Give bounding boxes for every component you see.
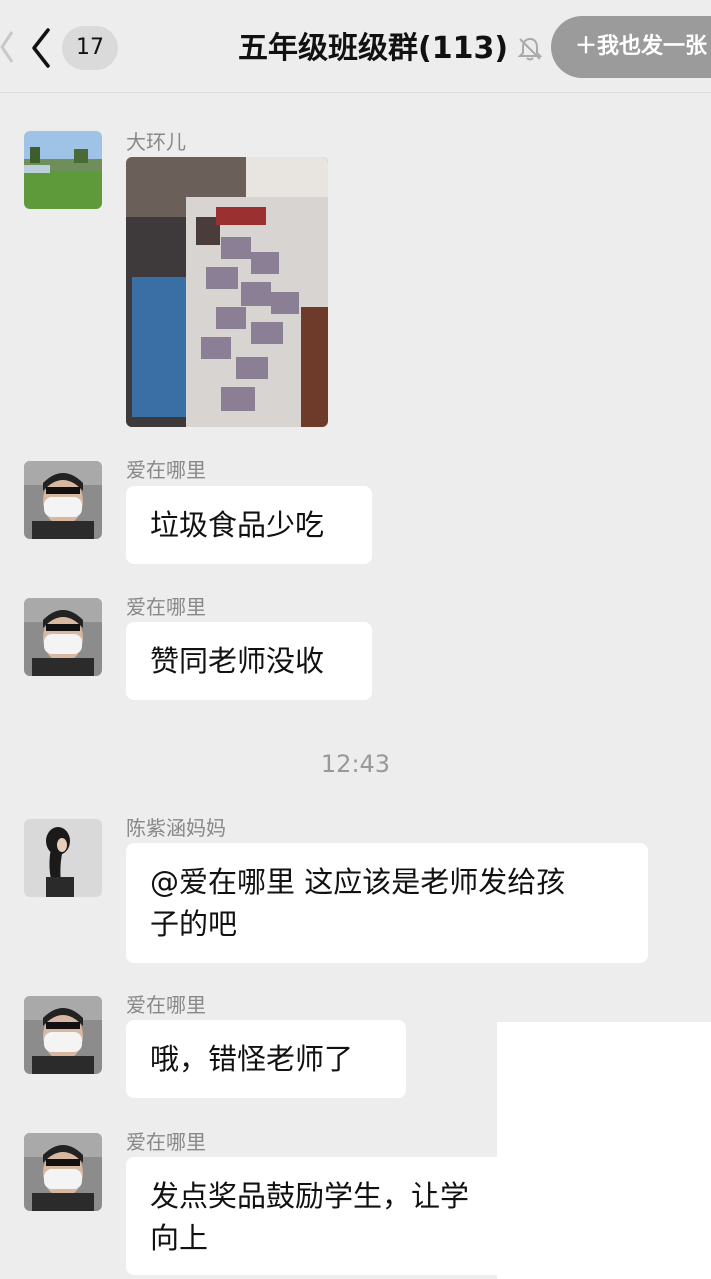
chat-screen: 17 五年级班级群(113) ＋我也发一张 大环儿 爱在哪里 垃圾食品少吃 爱在… <box>0 0 711 1279</box>
masked-man-avatar-image <box>24 1133 102 1211</box>
masked-man-avatar-image <box>24 996 102 1074</box>
masked-man-avatar-image <box>24 598 102 676</box>
message-bubble[interactable]: @爱在哪里 这应该是老师发给孩 子的吧 <box>126 843 648 963</box>
sender-name: 爱在哪里 <box>126 1130 206 1154</box>
woman-avatar-image <box>24 819 102 897</box>
chevron-left-icon <box>32 28 50 68</box>
message-bubble[interactable]: 哦，错怪老师了 <box>126 1020 406 1098</box>
group-title: 五年级班级群(113) <box>238 31 509 66</box>
sender-name: 爱在哪里 <box>126 458 206 482</box>
message-bubble[interactable]: 垃圾食品少吃 <box>126 486 372 564</box>
sender-name: 陈紫涵妈妈 <box>126 816 226 840</box>
share-photo-button[interactable]: ＋我也发一张 <box>551 16 711 78</box>
avatar[interactable] <box>24 996 102 1074</box>
classroom-snacks-photo <box>126 157 328 427</box>
avatar[interactable] <box>24 1133 102 1211</box>
avatar[interactable] <box>24 461 102 539</box>
message-text: 哦，错怪老师了 <box>150 1042 354 1076</box>
landscape-avatar-image <box>24 131 102 209</box>
redaction-overlay <box>497 1022 711 1279</box>
unread-count-badge[interactable]: 17 <box>62 26 118 70</box>
message-bubble[interactable]: 赞同老师没收 <box>126 622 372 700</box>
sender-name: 爱在哪里 <box>126 993 206 1017</box>
message-text-line: @爱在哪里 这应该是老师发给孩 <box>150 865 566 899</box>
bell-off-icon <box>517 37 543 61</box>
message-text: 赞同老师没收 <box>150 644 325 678</box>
masked-man-avatar-image <box>24 461 102 539</box>
time-separator: 12:43 <box>320 750 391 778</box>
sender-name: 大环儿 <box>126 130 186 154</box>
avatar[interactable] <box>24 598 102 676</box>
avatar[interactable] <box>24 131 102 209</box>
message-text-line: 子的吧 <box>150 907 238 941</box>
chat-header: 17 五年级班级群(113) ＋我也发一张 <box>0 0 711 93</box>
back-button[interactable] <box>22 22 58 74</box>
sender-name: 爱在哪里 <box>126 595 206 619</box>
message-text: 垃圾食品少吃 <box>150 508 325 542</box>
edge-chevron-icon <box>0 31 14 63</box>
shared-photo[interactable] <box>126 157 328 427</box>
avatar[interactable] <box>24 819 102 897</box>
